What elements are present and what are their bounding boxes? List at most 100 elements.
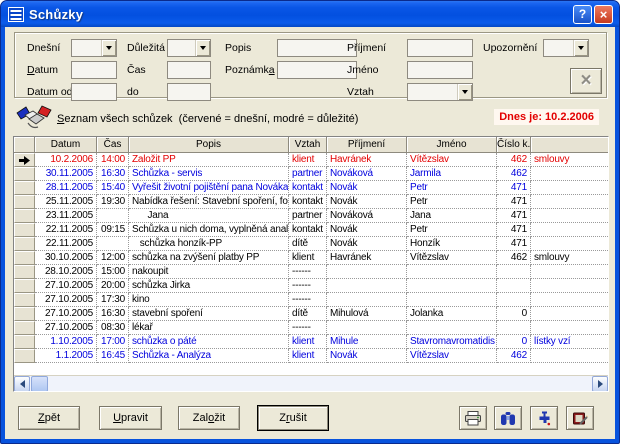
chevron-down-icon[interactable] — [573, 40, 588, 56]
table-cell: Petr — [407, 181, 497, 195]
current-record-arrow-icon — [19, 156, 30, 165]
current-row-selector[interactable] — [14, 153, 35, 167]
do-input[interactable] — [167, 83, 211, 101]
table-cell: Založit PP — [129, 153, 289, 167]
column-header-vztah[interactable]: Vztah — [289, 137, 327, 153]
back-button[interactable]: Zpět — [18, 406, 80, 430]
table-row[interactable]: 27.10.200516:30stavební spořenídítěMihul… — [14, 307, 608, 321]
print-button[interactable] — [459, 406, 487, 430]
table-cell: schůzka na zvýšení platby PP — [129, 251, 289, 265]
titlebar[interactable]: Schůzky ? × — [1, 1, 619, 27]
table-cell: 30.10.2005 — [35, 251, 97, 265]
table-cell: Nováková — [327, 209, 407, 223]
table-row[interactable]: 27.10.200517:30kino------ — [14, 293, 608, 307]
close-button[interactable]: × — [594, 5, 613, 24]
table-row[interactable]: 25.11.200519:30Nabídka řešení: Stavební … — [14, 195, 608, 209]
datum-label: Datum — [27, 61, 58, 79]
popis-input[interactable] — [277, 39, 357, 57]
prijmeni-input[interactable] — [407, 39, 473, 57]
table-cell — [531, 265, 608, 279]
table-cell: Vítězslav — [407, 251, 497, 265]
chevron-down-icon[interactable] — [101, 40, 116, 56]
vztah-combobox[interactable] — [407, 83, 473, 101]
row-selector[interactable] — [14, 251, 35, 265]
row-selector[interactable] — [14, 321, 35, 335]
table-cell: lístky vzí — [531, 335, 608, 349]
datum-input[interactable] — [71, 61, 117, 79]
row-selector[interactable] — [14, 237, 35, 251]
cas-label: Čas — [127, 61, 146, 79]
search-button[interactable] — [494, 406, 522, 430]
row-selector[interactable] — [14, 167, 35, 181]
table-row[interactable]: 1.10.200517:00schůzka o pátéklientMihule… — [14, 335, 608, 349]
table-row[interactable]: 1.1.200516:45Schůzka - AnalýzaklientNová… — [14, 349, 608, 363]
filter-panel: Dnešní Důležitá Popis Příjmení Upozorněn… — [14, 32, 607, 98]
jmeno-input[interactable] — [407, 61, 473, 79]
table-cell — [531, 279, 608, 293]
cas-input[interactable] — [167, 61, 211, 79]
scroll-left-button[interactable] — [14, 376, 30, 392]
table-row[interactable]: 23.11.2005 JanapartnerNovákováJana471 — [14, 209, 608, 223]
table-cell: stavební spoření — [129, 307, 289, 321]
column-header-popis[interactable]: Popis — [129, 137, 289, 153]
column-header-cislo[interactable]: Číslo k. — [497, 137, 531, 153]
row-selector[interactable] — [14, 181, 35, 195]
edit-button[interactable]: Upravit — [99, 406, 162, 430]
row-selector[interactable] — [14, 279, 35, 293]
table-row[interactable]: 28.10.200515:00nakoupit------ — [14, 265, 608, 279]
row-selector[interactable] — [14, 195, 35, 209]
table-row[interactable]: 27.10.200520:00schůzka Jirka------ — [14, 279, 608, 293]
table-row[interactable]: 22.11.200509:15Schůzka u nich doma, vypl… — [14, 223, 608, 237]
column-header-cas[interactable]: Čas — [97, 137, 129, 153]
table-cell: 27.10.2005 — [35, 307, 97, 321]
table-row[interactable]: 10.2.200614:00Založit PPklientHavránekVí… — [14, 153, 608, 167]
poznamka-input[interactable] — [277, 61, 357, 79]
filter-off-button[interactable] — [530, 406, 558, 430]
arrow-right-icon — [598, 380, 603, 388]
table-cell: schůzka honzík-PP — [129, 237, 289, 251]
dnesni-combobox[interactable] — [71, 39, 117, 57]
cancel-button[interactable]: Zrušit — [257, 405, 329, 431]
table-cell: 19:30 — [97, 195, 129, 209]
chevron-down-icon[interactable] — [195, 40, 210, 56]
clear-filter-button[interactable]: × — [570, 68, 602, 94]
row-selector[interactable] — [14, 335, 35, 349]
row-selector[interactable] — [14, 209, 35, 223]
table-cell: 23.11.2005 — [35, 209, 97, 223]
table-body: 10.2.200614:00Založit PPklientHavránekVí… — [14, 153, 608, 363]
column-header-prijmeni[interactable]: Příjmení — [327, 137, 407, 153]
upozorneni-combobox[interactable] — [543, 39, 589, 57]
notes-button[interactable] — [566, 406, 594, 430]
row-selector[interactable] — [14, 349, 35, 363]
table-cell — [497, 293, 531, 307]
scrollbar-thumb[interactable] — [31, 376, 48, 392]
table-cell: lékař — [129, 321, 289, 335]
table-header: Datum Čas Popis Vztah Příjmení Jméno Čís… — [14, 137, 608, 153]
table-cell — [531, 237, 608, 251]
scroll-right-button[interactable] — [592, 376, 608, 392]
table-cell — [531, 167, 608, 181]
poznamka-label: Poznámka — [225, 61, 275, 79]
column-header-jmeno[interactable]: Jméno — [407, 137, 497, 153]
dulezita-combobox[interactable] — [167, 39, 211, 57]
datum-od-input[interactable] — [71, 83, 117, 101]
column-header-datum[interactable]: Datum — [35, 137, 97, 153]
table-cell: Mihule — [327, 335, 407, 349]
table-row[interactable]: 27.10.200508:30lékař------ — [14, 321, 608, 335]
row-selector[interactable] — [14, 223, 35, 237]
table-row[interactable]: 28.11.200515:40Vyřešit životní pojištění… — [14, 181, 608, 195]
table-cell: klient — [289, 349, 327, 363]
row-selector[interactable] — [14, 265, 35, 279]
help-button[interactable]: ? — [573, 5, 592, 24]
table-row[interactable]: 30.10.200512:00schůzka na zvýšení platby… — [14, 251, 608, 265]
chevron-down-icon[interactable] — [457, 84, 472, 100]
horizontal-scrollbar[interactable] — [14, 375, 608, 391]
table-row[interactable]: 30.11.200516:30Schůzka - servispartnerNo… — [14, 167, 608, 181]
column-header-extra — [531, 137, 608, 153]
upozorneni-label: Upozornění — [483, 39, 537, 57]
table-cell: smlouvy — [531, 251, 608, 265]
row-selector[interactable] — [14, 307, 35, 321]
table-row[interactable]: 22.11.2005 schůzka honzík-PPdítěNovákHon… — [14, 237, 608, 251]
create-button[interactable]: Založit — [178, 406, 240, 430]
row-selector[interactable] — [14, 293, 35, 307]
